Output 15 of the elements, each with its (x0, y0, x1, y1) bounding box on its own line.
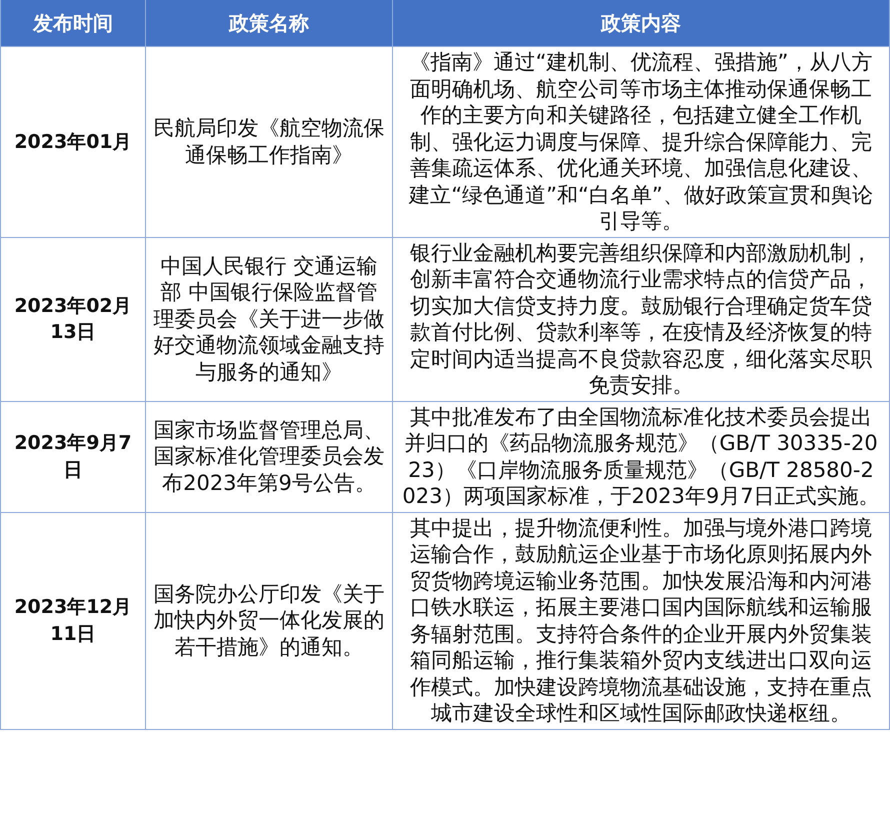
column-header: 政策名称 (146, 0, 392, 46)
table-cell: 民航局印发《航空物流保通保畅工作指南》 (146, 46, 392, 237)
table-cell: 2023年9月7日 (0, 401, 146, 512)
column-header: 政策内容 (392, 0, 890, 46)
table-cell: 其中提出，提升物流便利性。加强与境外港口跨境运输合作，鼓励航运企业基于市场化原则拓展内外贸货物跨境运输业务范围。加快发展沿海和内河港口铁水联运，拓展主要港口国内国际航线和运输服务辐射范围。支持符合条件的企业开展内外贸集装箱同船运输，推行集装箱外贸内支线进出口双向运作模式。加快建设跨境物流基础设施，支持在重点城市建设全球性和区域性国际邮政快递枢纽。 (392, 512, 890, 729)
table-cell: 2023年01月 (0, 46, 146, 237)
table-cell: 《指南》通过“建机制、优流程、强措施”，从八方面明确机场、航空公司等市场主体推动保通保畅工作的主要方向和关键路径，包括建立健全工作机制、强化运力调度与保障、提升综合保障能力、完善集疏运体系、优化通关环境、加强信息化建设、建立“绿色通道”和“白名单”、做好政策宣贯和舆论引导等。 (392, 46, 890, 237)
table-cell: 2023年02月13日 (0, 237, 146, 401)
table-cell: 2023年12月11日 (0, 512, 146, 729)
column-header: 发布时间 (0, 0, 146, 46)
table-cell: 银行业金融机构要完善组织保障和内部激励机制，创新丰富符合交通物流行业需求特点的信贷产品，切实加大信贷支持力度。鼓励银行合理确定货车贷款首付比例、贷款利率等，在疫情及经济恢复的特定时间内适当提高不良贷款容忍度，细化落实尽职免责安排。 (392, 237, 890, 401)
table-cell: 国家市场监督管理总局、国家标准化管理委员会发布2023年第9号公告。 (146, 401, 392, 512)
table-cell: 中国人民银行 交通运输部 中国银行保险监督管理委员会《关于进一步做好交通物流领域金融支持与服务的通知》 (146, 237, 392, 401)
table-cell: 其中批准发布了由全国物流标准化技术委员会提出并归口的《药品物流服务规范》（GB/T 30335-2023）《口岸物流服务质量规范》（GB/T 28580-2023）两项国家标准，于2023年9月7日正式实施。 (392, 401, 890, 512)
table-cell: 国务院办公厅印发《关于加快内外贸一体化发展的若干措施》的通知。 (146, 512, 392, 729)
